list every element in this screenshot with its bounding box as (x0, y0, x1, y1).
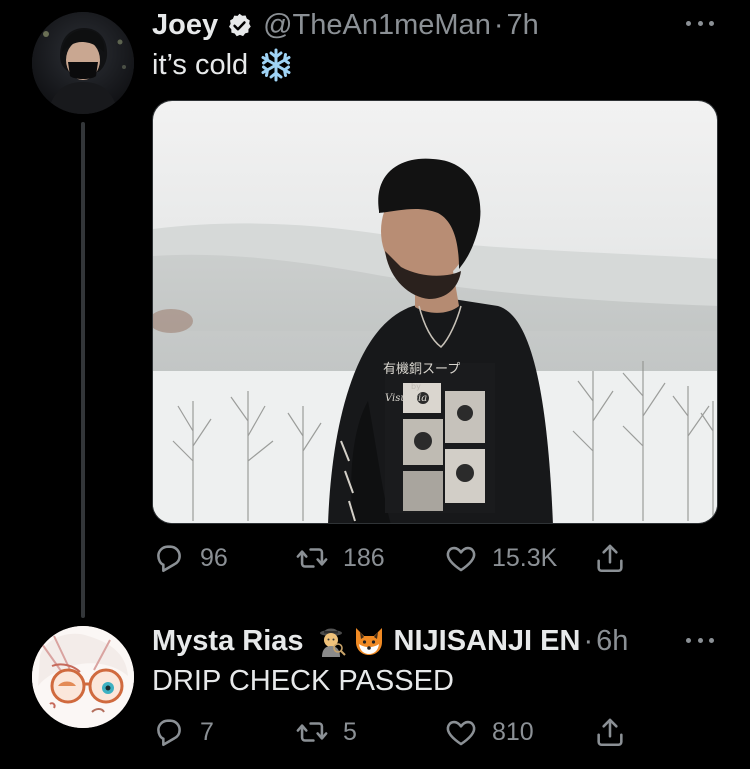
thread-line (81, 122, 85, 618)
photo-image: 有機銅スープ by Visurbia (153, 101, 717, 523)
share-button[interactable] (593, 711, 627, 753)
tweet-header: Mysta Rias NIJISANJI EN · 6h (152, 622, 628, 660)
like-count: 15.3K (492, 543, 558, 572)
reply-count: 7 (200, 717, 214, 746)
author-display-name[interactable]: Joey (152, 9, 218, 42)
retweet-button[interactable]: 186 (295, 537, 385, 579)
author-handle[interactable]: @TheAn1meMan (263, 9, 491, 42)
shirt-text: 有機銅スープ (383, 362, 460, 377)
shirt-text: Visurbia (385, 393, 427, 404)
more-dot (697, 20, 703, 26)
retweet-icon (296, 548, 328, 568)
reply-icon (157, 719, 181, 747)
more-options-button[interactable] (686, 17, 714, 29)
tweet-text: it’s cold (152, 48, 249, 81)
separator-dot: · (493, 8, 504, 41)
avatar-image (32, 626, 134, 728)
heart-icon (446, 546, 476, 572)
more-dot (686, 637, 691, 643)
timestamp[interactable]: 6h (596, 625, 628, 658)
detective-icon (319, 628, 346, 657)
more-dot (709, 637, 714, 643)
separator-dot: · (583, 624, 594, 657)
more-options-button[interactable] (686, 634, 714, 646)
tweet-header: Joey @TheAn1meMan · 7h (152, 6, 539, 44)
author-affiliation[interactable]: NIJISANJI EN (394, 625, 581, 658)
tweet[interactable]: Joey @TheAn1meMan · 7h it’s cold 有機銅スープ … (0, 0, 750, 618)
like-button[interactable]: 810 (444, 711, 534, 753)
share-icon (597, 544, 623, 573)
more-dot (697, 637, 703, 643)
heart-icon (446, 720, 476, 746)
retweet-count: 5 (343, 717, 357, 746)
tweet-body: it’s cold (152, 46, 294, 84)
tweet-body: DRIP CHECK PASSED (152, 662, 454, 700)
avatar[interactable] (32, 12, 134, 114)
timestamp[interactable]: 7h (507, 9, 539, 42)
reply-button[interactable]: 96 (152, 537, 228, 579)
tweet-photo[interactable]: 有機銅スープ by Visurbia (152, 100, 718, 524)
avatar[interactable] (32, 626, 134, 728)
like-count: 810 (492, 717, 534, 746)
reply-icon (157, 545, 181, 573)
verified-badge-icon (229, 13, 251, 36)
author-display-name[interactable]: Mysta Rias (152, 625, 304, 658)
share-icon (597, 718, 623, 747)
retweet-count: 186 (343, 543, 385, 572)
snowflake-icon (261, 48, 291, 82)
reply-button[interactable]: 7 (152, 711, 214, 753)
reply-tweet[interactable]: Mysta Rias NIJISANJI EN · 6h DRIP CHECK … (0, 610, 750, 769)
reply-count: 96 (200, 543, 228, 572)
tweet-text: DRIP CHECK PASSED (152, 664, 454, 697)
more-dot (686, 20, 691, 26)
like-button[interactable]: 15.3K (444, 537, 557, 579)
retweet-button[interactable]: 5 (295, 711, 357, 753)
retweet-icon (296, 722, 328, 742)
fox-icon (355, 628, 382, 655)
avatar-image (32, 12, 134, 114)
more-dot (709, 20, 714, 26)
share-button[interactable] (593, 537, 627, 579)
shirt-text: by (411, 382, 421, 391)
